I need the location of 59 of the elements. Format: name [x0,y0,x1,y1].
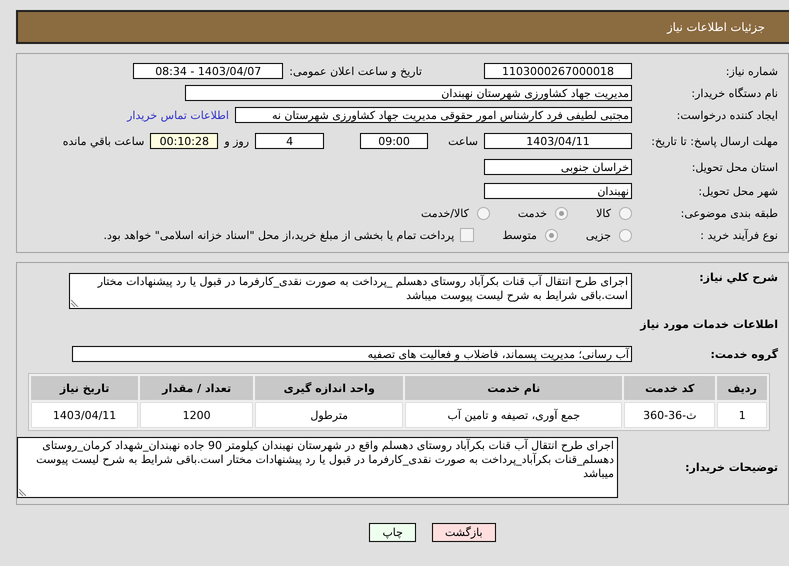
field-label: نام دستگاه خریدار: [690,86,779,100]
text-field[interactable]: نهبندان [484,183,632,199]
buyer-notes-box[interactable]: اجرای طرح انتقال آب قنات بکرآباد روستای دهسلم واقع در شهرستان نهبندان کیلومتر 90 جاده نهبندان_شهداد کرمان_روستای دهسلم_قنات بکرآباد_پرداخت به صورت نقدی_کارفرما در قبول یا رد پیشنهادات مختار است.باقی شرایط به شرح لیست پیوست میباشد [17,437,618,498]
field-label: ساعت [448,134,478,148]
column-header: نام خدمت [405,376,622,400]
radio-label: کالا/خدمت [421,206,469,220]
table-cell: 1200 [140,402,254,428]
field-label: شهر محل تحویل: [697,184,779,198]
radio-button[interactable] [555,206,568,220]
field-label: اطلاعات خدمات مورد نیاز [638,318,779,330]
table-cell: 1403/04/11 [31,402,138,428]
field-label: مهلت ارسال پاسخ: تا تاریخ: [650,134,779,148]
text-field[interactable]: 1403/04/07 - 08:34 [133,63,284,79]
table-cell: 1 [717,402,767,428]
radio-label: جزیی [586,228,611,242]
resize-grip-icon[interactable] [19,488,27,496]
text-field[interactable]: مجتبی لطیفی فرد کارشناس امور حقوقی مدیریت جهاد کشاورزی شهرستان نه [235,107,632,123]
radio-button[interactable] [544,228,558,242]
table-cell: جمع آوری، تصیفه و تامین آب [405,402,622,428]
text-field[interactable]: آب رسانی؛ مدیریت پسماند، فاضلاب و فعالیت های تصفیه [72,346,632,362]
field-label: ایجاد کننده درخواست: [676,108,779,122]
radio-label: خدمت [518,206,548,220]
contact-link[interactable]: اطلاعات تماس خریدار [127,108,229,122]
column-header: تاریخ نیاز [31,376,138,400]
checkbox[interactable] [460,228,474,242]
column-header: کد خدمت [624,376,716,400]
table-cell: مترطول [255,402,404,428]
radio-button[interactable] [619,228,632,242]
table-cell: ث-36-360 [624,402,716,428]
description-box[interactable]: اجرای طرح انتقال آب قنات بکرآباد روستای دهسلم _پرداخت به صورت نقدی_کارفرما در قبول یا رد پیشنهادات مختار است.باقی شرایط به شرح لیست پیوست میباشد [69,273,632,309]
column-header: ردیف [717,376,767,400]
field-label: طبقه بندی موضوعی: [680,206,779,220]
text-field[interactable]: خراسان جنوبی [484,159,632,175]
field-label: تاریخ و ساعت اعلان عمومی: [289,64,422,78]
field-label: شماره نیاز: [724,64,779,78]
payment-note: پرداخت تمام یا بخشی از مبلغ خرید،از محل "اسناد خزانه اسلامی" خواهد بود. [104,228,454,242]
radio-label: کالا [596,206,611,220]
text-field[interactable]: 1403/04/11 [484,133,632,149]
field-label: استان محل تحویل: [690,160,779,174]
field-label: روز و [224,134,250,148]
radio-button[interactable] [476,206,490,220]
field-label: شرح کلي نیاز: [698,271,779,284]
column-header: واحد اندازه گیری [255,376,404,400]
text-field[interactable]: مدیریت جهاد کشاورزی شهرستان نهبندان [185,85,632,101]
page-title: جزئیات اطلاعات نیاز [667,20,765,34]
field-label: نوع فرآیند خرید : [699,228,779,242]
column-header: تعداد / مقدار [140,376,254,400]
print-button[interactable]: چاپ [369,523,416,542]
text-field[interactable]: 09:00 [360,133,428,149]
field-label: ساعت باقي مانده [62,134,144,148]
radio-label: متوسط [502,228,537,242]
field-label: گروه خدمت: [709,348,779,360]
text-field[interactable]: 4 [255,133,324,149]
text-field[interactable]: 00:10:28 [150,133,218,149]
radio-button[interactable] [619,206,632,220]
field-label: توضیحات خریدار: [684,461,779,474]
text-field[interactable]: 1103000267000018 [484,63,632,79]
back-button[interactable]: بازگشت [432,523,496,542]
resize-grip-icon[interactable] [71,299,79,307]
